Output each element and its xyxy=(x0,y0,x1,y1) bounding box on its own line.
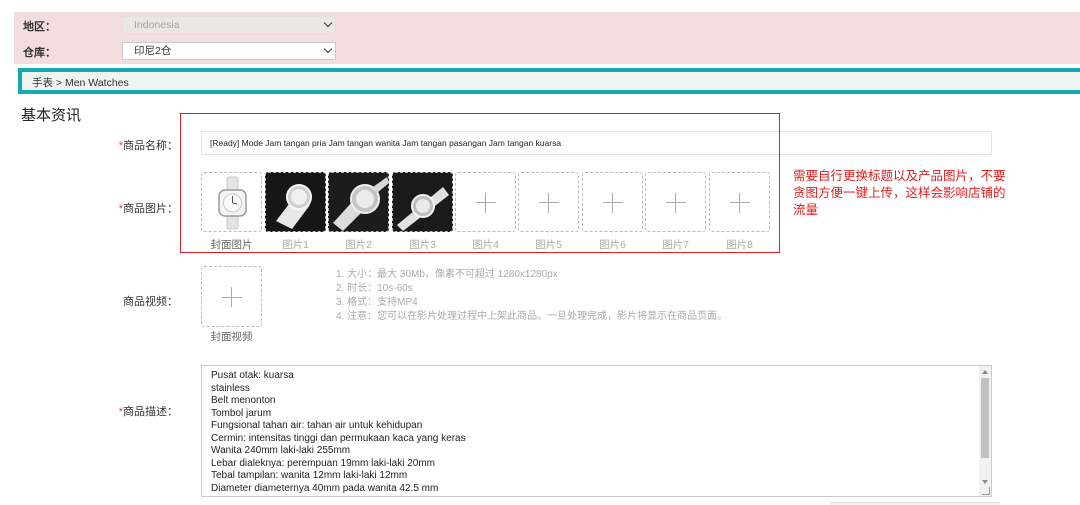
scroll-up-arrow-icon[interactable] xyxy=(982,370,988,374)
video-hint: 4. 注意：您可以在影片处理过程中上架此商品。一旦处理完成，影片将显示在商品页面… xyxy=(336,311,728,322)
plus-icon xyxy=(231,287,232,307)
region-row: 地区： Indonesia xyxy=(14,14,1080,34)
video-hint: 1. 大小：最大 30Mb，像素不可超过 1280x1280px xyxy=(336,269,558,280)
product-name-label: *商品名称： xyxy=(68,137,178,153)
resize-grip-icon[interactable] xyxy=(982,487,990,495)
video-upload-slot[interactable] xyxy=(201,266,262,327)
description-line: Diameter diameternya 40mm pada wanita 42… xyxy=(211,482,439,494)
description-text: Pusat otak: kuarsa stainless Belt menont… xyxy=(211,370,466,495)
plus-icon xyxy=(222,297,242,298)
description-label: *商品描述： xyxy=(68,403,178,419)
annotation-note: 需要自行更换标题以及产品图片，不要贪图方便一键上传，这样会影响店铺的流量 xyxy=(793,169,1006,217)
description-line: Wanita 240mm laki-laki 255mm xyxy=(211,445,351,456)
warehouse-label: 仓库： xyxy=(23,47,56,59)
product-video-label: 商品视频： xyxy=(123,296,178,308)
warehouse-select[interactable]: 印尼2仓 xyxy=(122,42,336,60)
description-line: Tebal tampilan: wanita 12mm laki-laki 12… xyxy=(211,470,408,481)
breadcrumb: 手表 > Men Watches xyxy=(18,68,1080,94)
product-images-label: *商品图片： xyxy=(68,200,178,216)
description-line: Pusat otak: kuarsa xyxy=(211,370,294,381)
video-caption: 封面视频 xyxy=(210,331,253,343)
description-line: Belt menonton xyxy=(211,395,276,406)
description-line: stainless xyxy=(211,382,250,394)
description-line: Cermin: intensitas tinggi dan permukaan … xyxy=(211,432,466,444)
section-title: 基本资讯 xyxy=(21,107,82,124)
description-line: Fungsional tahan air: tahan air untuk ke… xyxy=(211,420,423,431)
region-select[interactable]: Indonesia xyxy=(122,16,336,34)
region-warehouse-panel: 地区： Indonesia 仓库： 印尼2仓 xyxy=(14,12,1080,64)
description-line: Lebar dialeknya: perempuan 19mm laki-lak… xyxy=(211,457,435,469)
breadcrumb-text[interactable]: 手表 > Men Watches xyxy=(32,75,129,90)
region-label: 地区： xyxy=(23,21,56,33)
video-hint: 2. 时长：10s-60s xyxy=(336,283,413,294)
warehouse-row: 仓库： 印尼2仓 xyxy=(14,40,1080,60)
description-scrollbar[interactable] xyxy=(979,366,991,496)
description-line: Tombol jarum xyxy=(211,407,272,419)
video-hint: 3. 格式：支持MP4 xyxy=(336,297,418,308)
product-name-label-text: 商品名称： xyxy=(123,140,178,152)
video-hints: 1. 大小：最大 30Mb，像素不可超过 1280x1280px 2. 时长：1… xyxy=(336,268,727,324)
description-textarea[interactable]: Pusat otak: kuarsa stainless Belt menont… xyxy=(201,365,992,497)
description-label-text: 商品描述： xyxy=(123,406,178,418)
scroll-thumb[interactable] xyxy=(981,378,989,458)
product-images-label-text: 商品图片： xyxy=(123,203,178,215)
annotation-highlight-box xyxy=(180,113,780,253)
scroll-down-arrow-icon[interactable] xyxy=(982,480,988,484)
